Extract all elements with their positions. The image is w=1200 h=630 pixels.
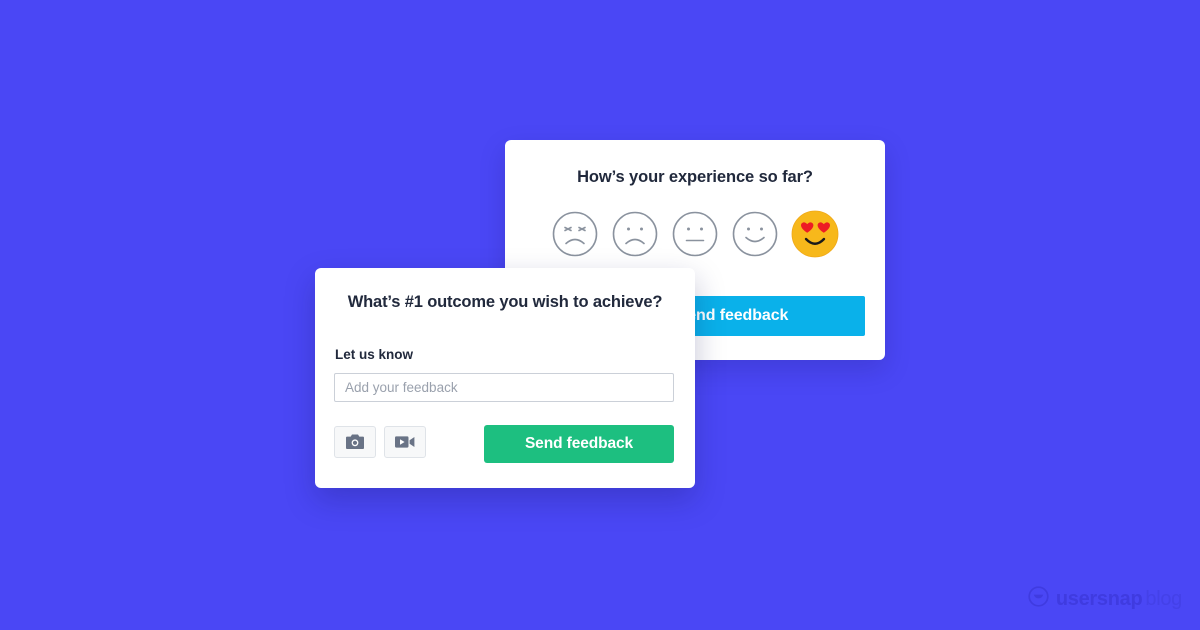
screenshot-button[interactable]	[334, 426, 376, 458]
feedback-widget-card: What’s #1 outcome you wish to achieve? L…	[315, 268, 695, 488]
rating-option-happy[interactable]	[731, 210, 779, 258]
rating-option-unhappy[interactable]	[611, 210, 659, 258]
video-camera-icon	[394, 434, 416, 450]
rating-option-very-unhappy[interactable]	[551, 210, 599, 258]
watermark: usersnap blog	[1028, 586, 1182, 612]
camera-icon	[345, 433, 365, 451]
emoji-rating-scale	[505, 210, 885, 258]
feedback-send-feedback-button[interactable]: Send feedback	[484, 425, 674, 463]
feedback-input[interactable]	[334, 373, 674, 402]
usersnap-smiley-logo-icon	[1028, 586, 1049, 612]
watermark-suffix: blog	[1145, 588, 1182, 610]
attachment-buttons	[334, 426, 426, 458]
rating-option-love-it[interactable]	[791, 210, 839, 258]
rating-widget-title: How’s your experience so far?	[577, 168, 813, 186]
watermark-brand: usersnap	[1055, 588, 1143, 610]
feedback-widget-title: What’s #1 outcome you wish to achieve?	[347, 293, 663, 311]
rating-option-neutral[interactable]	[671, 210, 719, 258]
page-canvas: How’s your experience so far? Send feedb…	[0, 0, 1200, 630]
feedback-field-label: Let us know	[335, 347, 414, 362]
screen-recording-button[interactable]	[384, 426, 426, 458]
